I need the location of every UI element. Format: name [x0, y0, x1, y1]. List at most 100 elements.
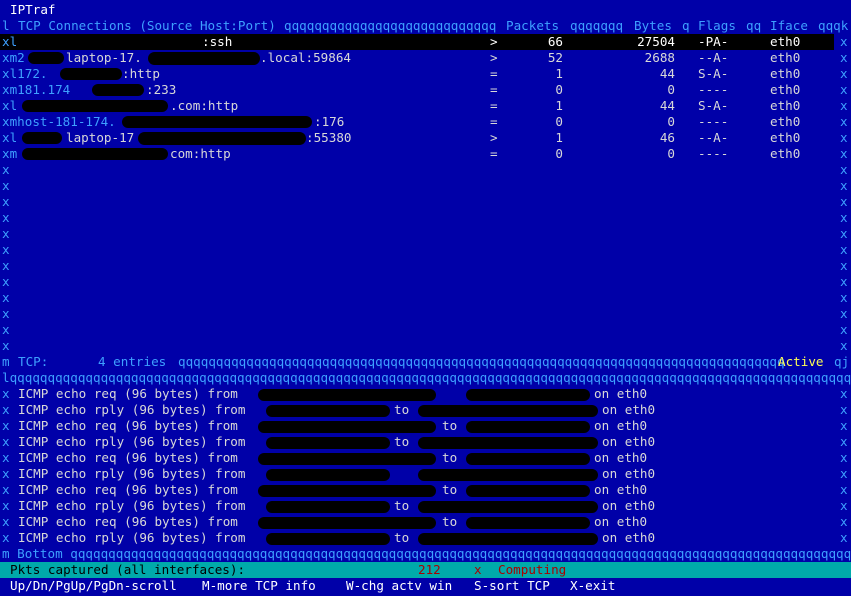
hint-exit[interactable]: X-exit — [570, 578, 616, 594]
icmp-interface: on eth0 — [594, 450, 648, 465]
empty-table-row: xx — [0, 306, 851, 322]
right-border-cell: x — [834, 34, 851, 50]
app-title-bar: IPTraf — [0, 2, 851, 18]
empty-table-row: xx — [0, 242, 851, 258]
table-row[interactable]: xm2 laptop-17. .local:59864 > 52 2688 --… — [0, 50, 851, 66]
table-row[interactable]: xl172. :http = 1 44 S-A- eth0 x — [0, 66, 851, 82]
redaction-mark — [466, 421, 590, 433]
redaction-mark — [258, 453, 436, 465]
column-header-iface[interactable]: Iface — [770, 18, 808, 34]
redaction-mark — [266, 501, 390, 513]
row-marker: xl — [2, 98, 18, 113]
status-bar: Pkts captured (all interfaces): 212 x Co… — [0, 562, 851, 578]
connection-direction: > — [490, 130, 498, 145]
border-x: x — [2, 402, 10, 417]
redaction-mark — [60, 68, 122, 80]
connection-packets: 66 — [547, 34, 563, 49]
connection-iface: eth0 — [770, 82, 801, 97]
border-x: x — [840, 242, 848, 257]
border-x: x — [2, 418, 10, 433]
empty-table-row: xx — [0, 162, 851, 178]
hint-change-active-window[interactable]: W-chg actv win — [346, 578, 452, 594]
row-marker: xmhost-181-174. — [2, 114, 116, 129]
connection-bytes: 0 — [667, 82, 675, 97]
connection-direction: > — [490, 50, 498, 65]
tcp-entry-count: 4 entries — [98, 354, 167, 369]
border-x: x — [2, 258, 10, 273]
border-line: m Bottom qqqqqqqqqqqqqqqqqqqqqqqqqqqqqqq… — [2, 546, 851, 561]
connection-flags: --A- — [698, 50, 729, 65]
connection-packets: 52 — [547, 50, 563, 65]
packets-captured-label: Pkts captured (all interfaces): — [10, 562, 246, 577]
row-marker: xm — [2, 146, 18, 161]
connection-iface: eth0 — [770, 130, 801, 145]
icmp-to-label: to — [442, 514, 458, 529]
connection-iface: eth0 — [770, 66, 801, 81]
border-x: x — [840, 34, 848, 49]
border-x: x — [840, 162, 848, 177]
connection-host: .com:http — [170, 98, 239, 113]
key-hint-bar: Up/Dn/PgUp/PgDn-scroll M-more TCP info W… — [0, 578, 851, 594]
status-separator: x — [474, 562, 482, 577]
empty-table-row: xx — [0, 210, 851, 226]
border-x: x — [840, 178, 848, 193]
connection-bytes: 27504 — [637, 34, 675, 49]
border-x: x — [2, 178, 10, 193]
icmp-message: ICMP echo rply (96 bytes) from — [18, 498, 246, 513]
connection-iface: eth0 — [770, 34, 801, 49]
border-x: x — [2, 306, 10, 321]
border-x: x — [2, 482, 10, 497]
border-x: x — [2, 162, 10, 177]
redaction-mark — [418, 533, 598, 545]
connection-direction: = — [490, 146, 498, 161]
border-x: x — [840, 274, 848, 289]
redaction-mark — [22, 132, 62, 144]
redaction-mark — [418, 405, 598, 417]
connection-flags: --A- — [698, 130, 729, 145]
icmp-interface: on eth0 — [602, 498, 656, 513]
icmp-to-label: to — [442, 450, 458, 465]
border-x: x — [840, 338, 848, 353]
redaction-mark — [22, 100, 168, 112]
redaction-mark — [466, 517, 590, 529]
connection-host: laptop-17 — [66, 130, 135, 145]
border-x: x — [2, 242, 10, 257]
empty-table-row: xx — [0, 258, 851, 274]
border-x: x — [840, 258, 848, 273]
redaction-mark — [418, 469, 598, 481]
connection-host: :176 — [314, 114, 345, 129]
border-x: x — [840, 514, 848, 529]
row-marker: xl — [2, 130, 18, 145]
connection-flags: ---- — [698, 146, 729, 161]
connection-bytes: 0 — [667, 146, 675, 161]
connection-bytes: 46 — [659, 130, 675, 145]
footer-corner: m — [2, 354, 10, 369]
row-marker: xm2 — [2, 50, 25, 65]
column-header-packets[interactable]: Packets — [506, 18, 559, 34]
column-header-flags[interactable]: Flags — [698, 18, 736, 34]
border-x: x — [840, 498, 848, 513]
redaction-mark — [266, 469, 390, 481]
icmp-message: ICMP echo req (96 bytes) from — [18, 418, 238, 433]
hint-scroll[interactable]: Up/Dn/PgUp/PgDn-scroll — [10, 578, 177, 594]
connection-host-port: :55380 — [306, 130, 352, 145]
icmp-message: ICMP echo req (96 bytes) from — [18, 482, 238, 497]
column-header-bytes[interactable]: Bytes — [634, 18, 672, 34]
redaction-mark — [92, 84, 144, 96]
hint-more-tcp-info[interactable]: M-more TCP info — [202, 578, 316, 594]
empty-table-row: xx — [0, 290, 851, 306]
connection-flags: -PA- — [698, 34, 729, 49]
border-x: x — [840, 50, 848, 65]
tcp-count-label: TCP: — [18, 354, 49, 369]
redaction-mark — [28, 52, 64, 64]
connection-direction: = — [490, 114, 498, 129]
redaction-mark — [258, 389, 436, 401]
table-row[interactable]: xl laptop-17 :55380 > 1 46 --A- eth0 x — [0, 130, 851, 146]
border-x: x — [2, 434, 10, 449]
border-x: x — [2, 498, 10, 513]
border-line: lqqqqqqqqqqqqqqqqqqqqqqqqqqqqqqqqqqqqqqq… — [2, 370, 851, 385]
connection-flags: ---- — [698, 114, 729, 129]
connection-bytes: 0 — [667, 114, 675, 129]
hint-sort-tcp[interactable]: S-sort TCP — [474, 578, 550, 594]
empty-table-row: xx — [0, 194, 851, 210]
